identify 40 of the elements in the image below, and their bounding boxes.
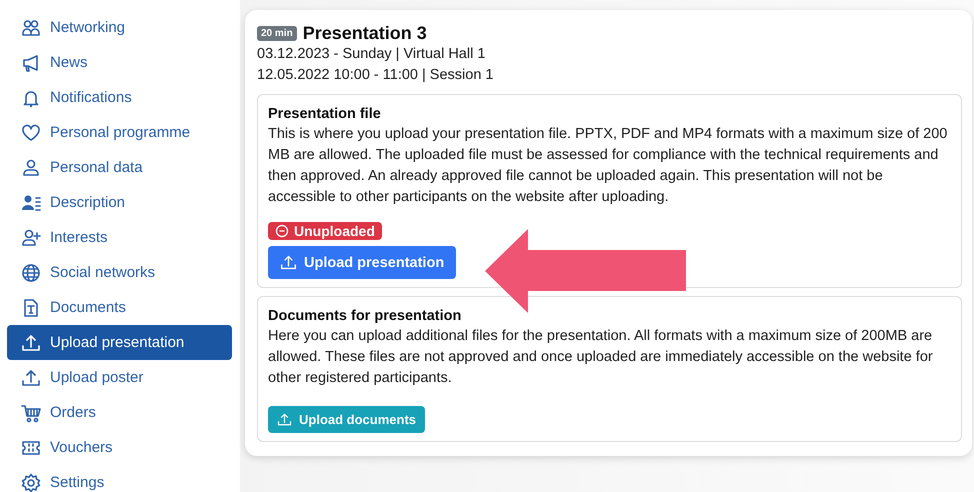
duration-badge: 20 min bbox=[257, 26, 297, 41]
megaphone-icon bbox=[21, 52, 41, 72]
presentation-title: Presentation 3 bbox=[302, 23, 427, 44]
sidebar-item[interactable]: Social networks bbox=[7, 255, 232, 290]
globe-icon bbox=[21, 262, 41, 282]
section-description: This is where you upload your presentation file. PPTX, PDF and MP4 formats with a maximum size of 200 MB are allowed. The uploaded file must be assessed for compliance with the technical requirements and then approved. An already approved file cannot be uploaded again. This presentation will not be accessible to other participants on the website after uploading. bbox=[268, 125, 948, 207]
sidebar-item[interactable]: Networking bbox=[7, 10, 232, 45]
heart-icon bbox=[21, 122, 41, 142]
upload-button[interactable]: Upload presentation bbox=[268, 246, 456, 279]
sidebar-item[interactable]: Upload presentation bbox=[7, 325, 232, 360]
cart-icon bbox=[21, 402, 41, 422]
sidebar-item[interactable]: Description bbox=[7, 185, 232, 220]
date-line: 03.12.2023 - Sunday | Virtual Hall 1 bbox=[257, 45, 486, 64]
upload-icon bbox=[280, 254, 297, 271]
people-icon bbox=[21, 18, 41, 38]
sidebar-item[interactable]: Documents bbox=[7, 290, 232, 325]
sidebar-item[interactable]: Notifications bbox=[7, 80, 232, 115]
person-icon bbox=[21, 158, 41, 178]
upload-icon bbox=[21, 332, 41, 352]
upload-icon bbox=[277, 412, 292, 427]
section-heading: Presentation file bbox=[268, 105, 382, 124]
sidebar-item[interactable]: Settings bbox=[7, 465, 232, 492]
status-badge: Unuploaded bbox=[268, 222, 382, 240]
sidebar-item[interactable]: Vouchers bbox=[7, 430, 232, 465]
settings-icon bbox=[21, 472, 41, 492]
sidebar-item[interactable]: Personal data bbox=[7, 150, 232, 185]
section-description: Here you can upload additional files for the presentation. All formats with a maximum size of 200MB are allowed. These files are not approved and once uploaded are immediately accessible on the website for other registered participants. bbox=[268, 327, 934, 388]
document-icon bbox=[21, 298, 41, 318]
upload-button[interactable]: Upload documents bbox=[268, 406, 426, 433]
profile-list-icon bbox=[21, 192, 41, 212]
time-line: 12.05.2022 10:00 - 11:00 | Session 1 bbox=[257, 66, 494, 85]
sidebar-item[interactable]: Upload poster bbox=[7, 360, 232, 395]
minus-circle-icon bbox=[275, 224, 289, 238]
upload-icon bbox=[21, 368, 41, 388]
sidebar-item[interactable]: Personal programme bbox=[7, 115, 232, 150]
sidebar-item[interactable]: Orders bbox=[7, 395, 232, 430]
sidebar-item[interactable]: News bbox=[7, 45, 232, 80]
person-add-icon bbox=[21, 228, 41, 248]
section-heading: Documents for presentation bbox=[268, 307, 462, 326]
sidebar-item[interactable]: Interests bbox=[7, 220, 232, 255]
